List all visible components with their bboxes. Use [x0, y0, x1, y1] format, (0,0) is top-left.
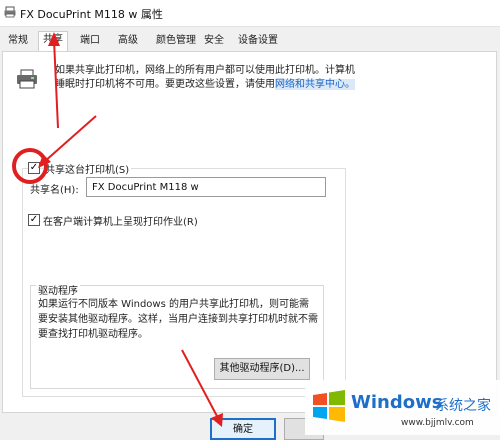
tab-sharing[interactable]: 共享 [38, 31, 68, 52]
share-name-input[interactable]: FX DocuPrint M118 w [86, 177, 326, 197]
render-jobs-checkbox[interactable]: ✓ [28, 214, 40, 226]
tab-bar: 常规 共享 端口 高级 颜色管理 安全 设备设置 [0, 31, 500, 52]
title-bar: FX DocuPrint M118 w 属性 [0, 0, 500, 27]
tab-ports[interactable]: 端口 [76, 33, 104, 49]
watermark-url: www.bjjmlv.com [401, 418, 474, 428]
watermark-suffix: 系统之家 [435, 398, 491, 414]
render-jobs-label: 在客户端计算机上呈现打印作业(R) [43, 217, 198, 228]
tab-security[interactable]: 安全 [200, 33, 228, 49]
network-sharing-center-link[interactable]: 网络和共享中心。 [275, 79, 355, 90]
watermark-brand: Windows [351, 392, 443, 413]
drivers-group-label: 驱动程序 [36, 282, 80, 297]
tab-general[interactable]: 常规 [4, 33, 32, 49]
window-title: FX DocuPrint M118 w 属性 [20, 8, 163, 21]
printer-icon [17, 69, 37, 89]
drivers-description: 如果运行不同版本 Windows 的用户共享此打印机，则可能需要安装其他驱动程序… [38, 299, 318, 340]
share-printer-label: 共享这台打印机(S) [43, 161, 132, 176]
tab-color-management[interactable]: 颜色管理 [152, 33, 200, 49]
share-printer-checkbox[interactable]: ✓ [28, 162, 40, 174]
windows-logo-icon [313, 390, 345, 422]
tab-advanced[interactable]: 高级 [114, 33, 142, 49]
printer-icon [4, 6, 16, 18]
share-name-label: 共享名(H): [30, 185, 79, 196]
sharing-description: 如果共享此打印机，网络上的所有用户都可以使用此打印机。计算机睡眠时打印机将不可用… [55, 64, 355, 92]
watermark: Windows 系统之家 www.bjjmlv.com [305, 380, 500, 435]
other-drivers-button[interactable]: 其他驱动程序(D)... [214, 358, 310, 380]
ok-button[interactable]: 确定 [210, 418, 276, 440]
tab-device-settings[interactable]: 设备设置 [234, 33, 282, 49]
